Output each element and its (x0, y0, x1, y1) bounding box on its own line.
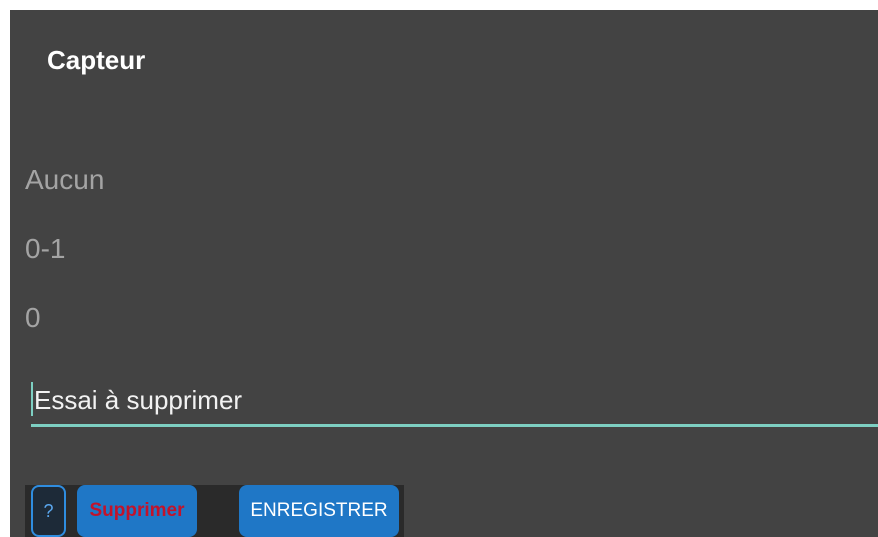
dialog-title: Capteur (47, 45, 146, 75)
field-range[interactable]: 0-1 (25, 232, 65, 266)
field-value[interactable]: 0 (25, 301, 41, 335)
text-cursor (31, 382, 33, 416)
name-input-value: Essai à supprimer (34, 385, 243, 415)
name-input[interactable]: Essai à supprimer (31, 380, 878, 427)
sensor-dialog: Capteur Aucun 0-1 0 Essai à supprimer ? … (10, 10, 878, 537)
delete-button[interactable]: Supprimer (77, 485, 197, 537)
save-button[interactable]: ENREGISTRER (239, 485, 399, 537)
button-bar: ? Supprimer ENREGISTRER (25, 485, 404, 537)
field-sensor-type[interactable]: Aucun (25, 163, 104, 197)
help-button[interactable]: ? (31, 485, 66, 537)
